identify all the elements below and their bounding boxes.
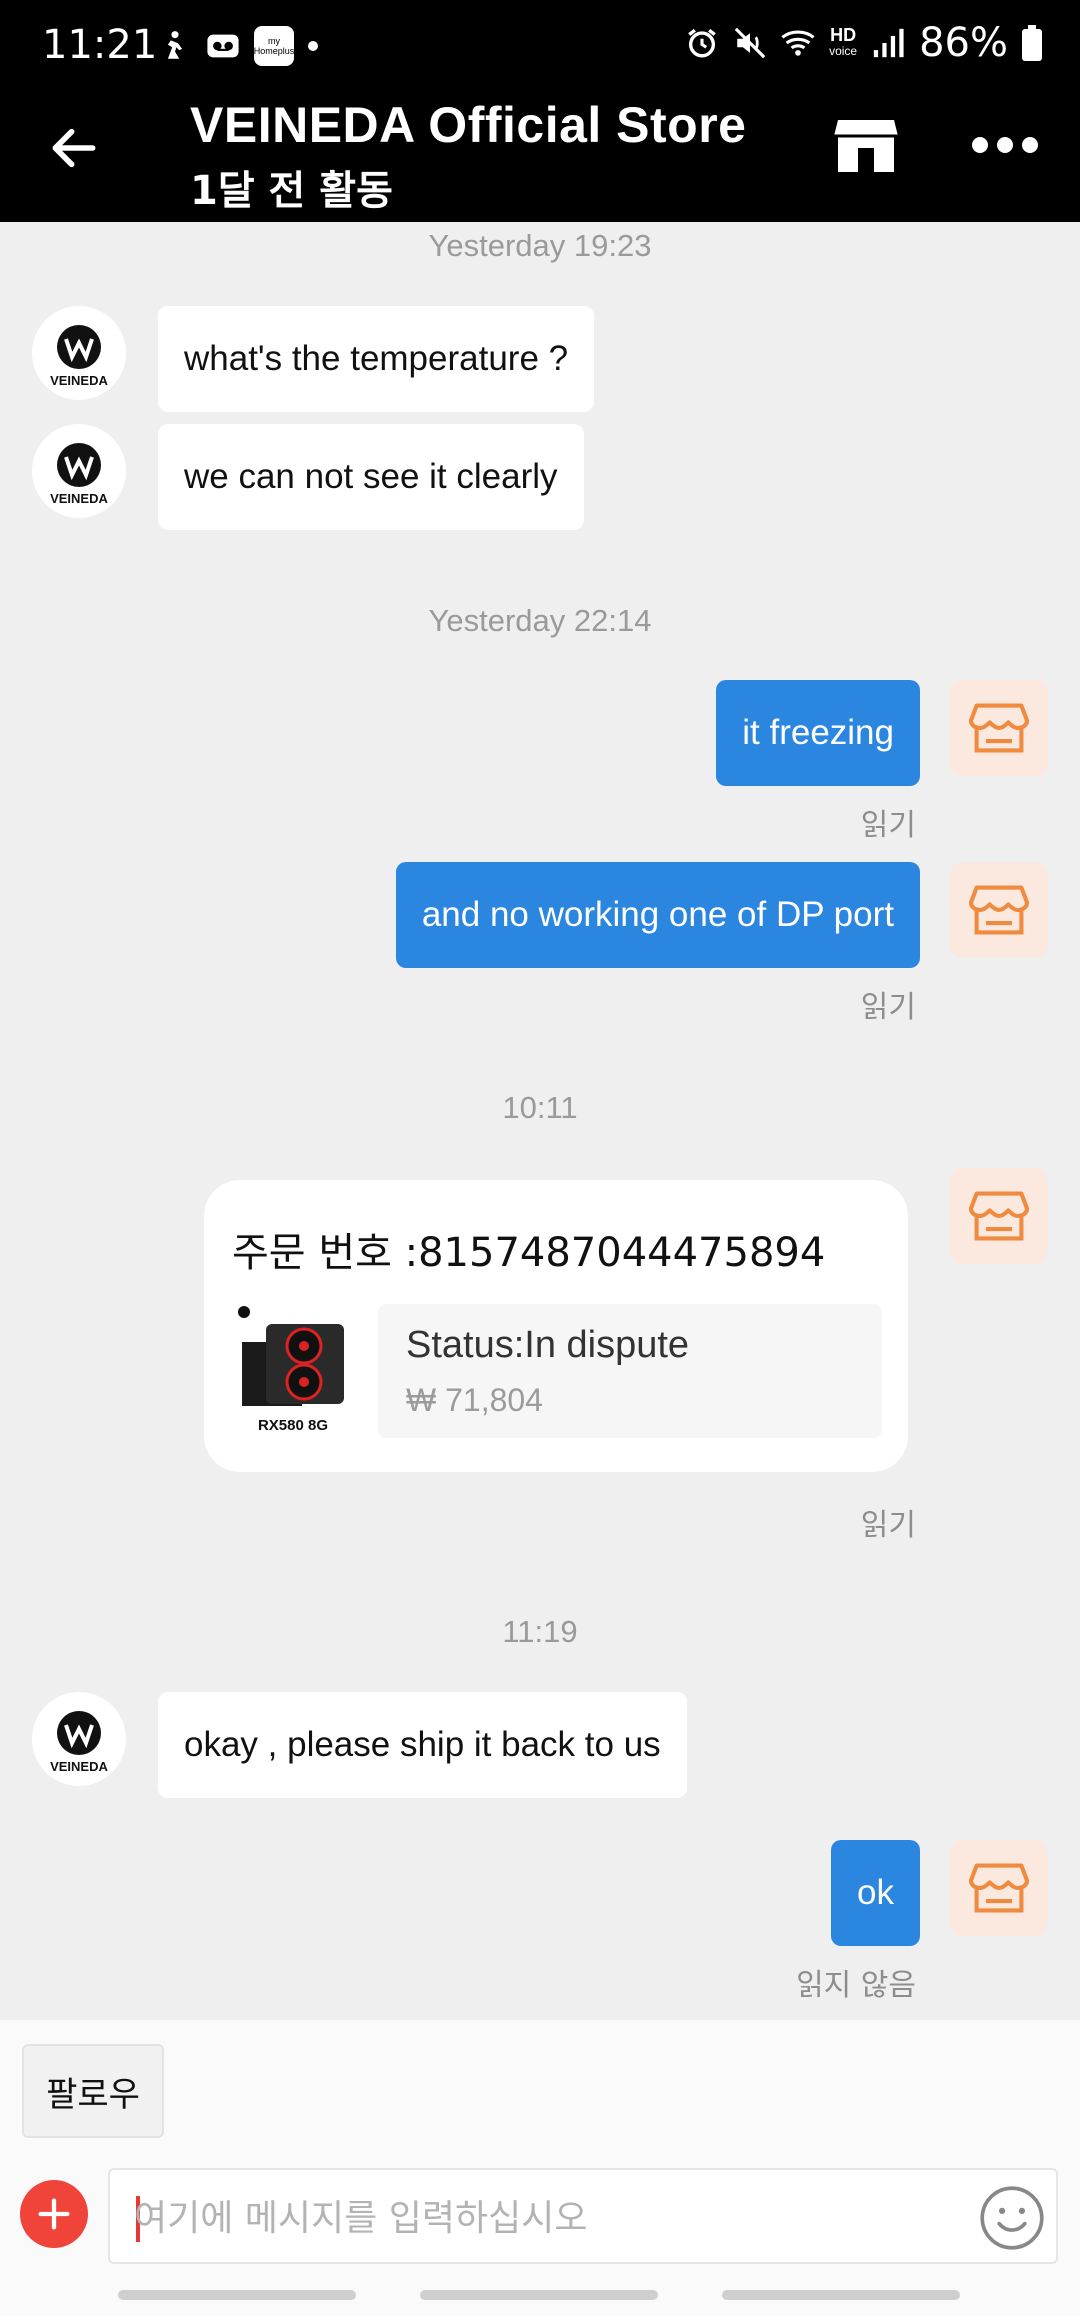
follow-button[interactable]: 팔로우: [22, 2044, 164, 2138]
status-right-icons: HD voice 86%: [685, 20, 1042, 66]
store-avatar[interactable]: VEINEDA: [32, 1692, 126, 1786]
order-price: ₩ 71,804: [406, 1382, 543, 1418]
top-bar: 11:21 my Homeplus HD voice 86% VEINEDA O…: [0, 0, 1080, 222]
timestamp: 10:11: [502, 1090, 578, 1125]
veineda-logo-text: VEINEDA: [50, 1759, 108, 1774]
message-input[interactable]: [134, 2192, 954, 2244]
order-card[interactable]: 주문 번호 :8157487044475894 RX580 8G Status:…: [204, 1180, 908, 1472]
battery-percentage: 86%: [919, 20, 1008, 66]
shop-icon: [968, 885, 1030, 935]
alarm-icon: [688, 28, 716, 58]
nav-recents-bar[interactable]: [118, 2290, 356, 2300]
accessibility-icon: [167, 31, 183, 59]
system-nav-bar: [0, 2290, 1080, 2300]
shop-icon: [968, 1863, 1030, 1913]
incoming-message[interactable]: we can not see it clearly: [158, 424, 584, 530]
product-info[interactable]: Status:In dispute ₩ 71,804: [378, 1304, 882, 1438]
notification-dot-icon: [308, 41, 318, 51]
outgoing-message[interactable]: ok: [831, 1840, 920, 1946]
outgoing-message[interactable]: it freezing: [716, 680, 920, 786]
hd-label: HD: [830, 25, 857, 45]
composer-area: 팔로우: [0, 2020, 1080, 2316]
user-avatar[interactable]: [950, 680, 1048, 776]
nav-back-bar[interactable]: [722, 2290, 960, 2300]
veineda-logo-icon: VEINEDA: [50, 325, 109, 388]
chat-header: VEINEDA Official Store 1달 전 활동: [0, 92, 1080, 222]
store-avatar[interactable]: VEINEDA: [32, 424, 126, 518]
storefront-icon[interactable]: [834, 116, 898, 176]
more-options-button[interactable]: [972, 132, 1038, 158]
outgoing-message[interactable]: and no working one of DP port: [395, 862, 920, 968]
back-arrow-icon[interactable]: [46, 120, 102, 176]
status-left-icons: my Homeplus: [158, 26, 318, 66]
mute-icon: [734, 27, 766, 59]
timestamp: Yesterday 22:14: [428, 603, 652, 638]
myhomeplus-icon: my Homeplus: [254, 26, 294, 66]
read-receipt: 읽기: [860, 808, 916, 843]
user-avatar[interactable]: [950, 1168, 1048, 1264]
plus-icon: [38, 2198, 70, 2230]
veineda-logo-icon: VEINEDA: [50, 443, 109, 506]
shop-icon: [968, 1191, 1030, 1241]
incoming-message[interactable]: what's the temperature ?: [158, 306, 595, 412]
voicemail-icon: [207, 34, 239, 58]
status-time: 11:21: [42, 22, 158, 68]
order-status: Status:In dispute: [406, 1324, 690, 1366]
wifi-calling-icon: [781, 30, 815, 56]
veineda-logo-text: VEINEDA: [50, 373, 108, 388]
graphics-card-image: RX580 8G: [238, 1306, 344, 1434]
shop-icon: [968, 703, 1030, 753]
unread-receipt: 읽지 않음: [796, 1968, 916, 2003]
veineda-logo-icon: VEINEDA: [50, 1711, 109, 1774]
incoming-message[interactable]: okay , please ship it back to us: [158, 1692, 687, 1798]
read-receipt: 읽기: [860, 1508, 916, 1543]
hd-voice-icon: HD voice: [829, 25, 858, 59]
nav-home-bar[interactable]: [420, 2290, 658, 2300]
store-activity: 1달 전 활동: [190, 168, 393, 214]
veineda-logo-text: VEINEDA: [50, 491, 108, 506]
message-input-box[interactable]: [108, 2168, 1058, 2264]
store-title: VEINEDA Official Store: [190, 97, 747, 153]
product-thumbnail[interactable]: RX580 8G: [232, 1302, 354, 1436]
battery-icon: [1022, 25, 1042, 61]
timestamp: 11:19: [502, 1614, 578, 1649]
order-number: 주문 번호 :8157487044475894: [232, 1230, 826, 1276]
store-avatar[interactable]: VEINEDA: [32, 306, 126, 400]
signal-icon: [873, 28, 904, 58]
emoji-icon[interactable]: [978, 2184, 1046, 2252]
timestamp: Yesterday 19:23: [428, 228, 652, 263]
read-receipt: 읽기: [860, 990, 916, 1025]
add-attachment-button[interactable]: [20, 2180, 88, 2248]
more-dot-icon: [972, 137, 988, 153]
user-avatar[interactable]: [950, 1840, 1048, 1936]
product-caption: RX580 8G: [258, 1417, 328, 1434]
user-avatar[interactable]: [950, 862, 1048, 958]
status-bar: 11:21 my Homeplus HD voice 86%: [0, 0, 1080, 92]
more-dot-icon: [997, 137, 1013, 153]
hd-voice-label: voice: [829, 44, 858, 58]
more-dot-icon: [1022, 137, 1038, 153]
